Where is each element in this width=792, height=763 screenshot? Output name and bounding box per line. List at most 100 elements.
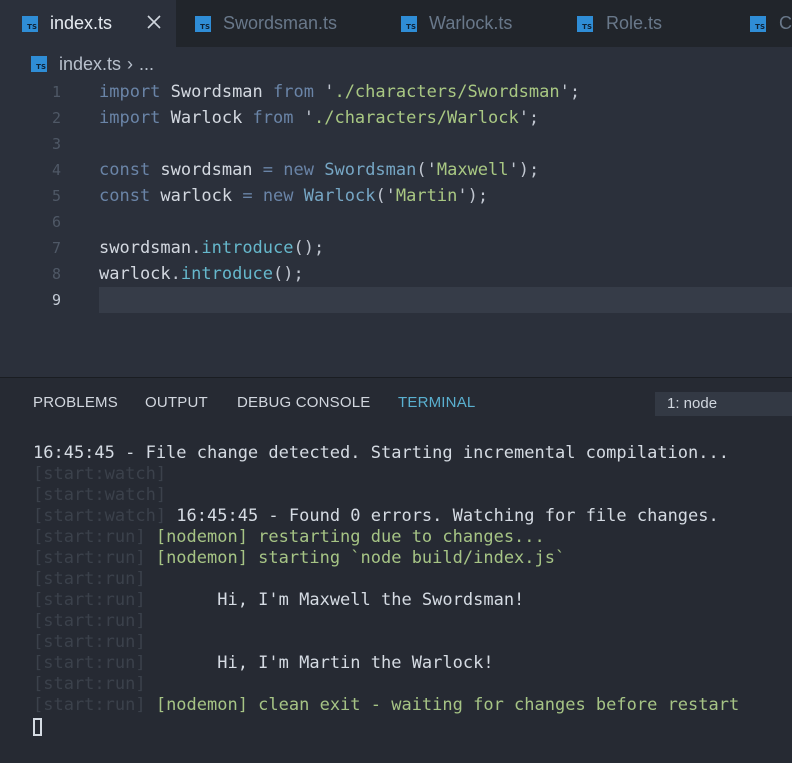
tab-role-ts[interactable]: TS Role.ts [556, 0, 726, 47]
terminal-line: [start:watch] 16:45:45 - Found 0 errors.… [33, 506, 719, 527]
code-token: (); [293, 238, 325, 258]
code-token: (); [273, 264, 304, 284]
chevron-right-icon: › [127, 53, 134, 74]
terminal-line: [start:run] [33, 632, 146, 653]
terminal-select[interactable]: 1: node [655, 392, 792, 416]
line-number: 3 [51, 135, 61, 153]
code-line[interactable]: 3 [0, 131, 792, 157]
code-token: Martin [395, 186, 458, 206]
code-token: introduce [201, 238, 294, 258]
tab-problems[interactable]: PROBLEMS [33, 394, 118, 411]
terminal-line: [start:run] [nodemon] restarting due to … [33, 527, 545, 548]
code-token: const [99, 160, 151, 180]
line-number: 1 [51, 83, 61, 101]
code-token: import [99, 82, 161, 102]
terminal-line: [start:watch] [33, 485, 166, 506]
terminal-prefix: [start:run] [33, 569, 146, 589]
code-text: warlock.introduce(); [99, 261, 304, 287]
code-line[interactable]: 7 swordsman.introduce(); [0, 235, 792, 261]
terminal-prefix: [start:run] [33, 590, 146, 610]
terminal-prefix: [start:run] [33, 611, 146, 631]
code-token: Maxwell [436, 160, 509, 180]
tab-label: Role.ts [606, 13, 663, 33]
code-line[interactable]: 9 [0, 287, 792, 313]
tab-swordsman-ts[interactable]: TS Swordsman.ts [176, 0, 376, 47]
tab-output[interactable]: OUTPUT [145, 394, 208, 411]
bottom-panel: PROBLEMS OUTPUT DEBUG CONSOLE TERMINAL 1… [0, 378, 792, 763]
terminal-prefix: [start:watch] [33, 485, 167, 505]
code-token: '); [508, 160, 540, 180]
terminal-prefix: [start:run] [33, 632, 146, 652]
code-token: Swordsman [160, 82, 274, 102]
tab-warlock-ts[interactable]: TS Warlock.ts [376, 0, 556, 47]
terminal-cursor [33, 718, 42, 736]
code-token: Warlock [160, 108, 253, 128]
terminal-text: [nodemon] restarting due to changes... [145, 527, 545, 547]
code-token: introduce [180, 264, 274, 284]
code-token: from [252, 108, 294, 128]
code-token: ./characters/Warlock [313, 108, 519, 128]
code-token: from [273, 82, 314, 102]
typescript-file-icon: TS [195, 15, 211, 32]
line-number: 9 [51, 291, 61, 309]
code-text: const swordsman = new Swordsman('Maxwell… [99, 157, 539, 183]
line-number: 5 [51, 187, 61, 205]
code-token: ./characters/Swordsman [334, 82, 560, 102]
code-token: import [99, 108, 161, 128]
tab-label: index.ts [50, 13, 113, 33]
tab-overflow[interactable]: TS C [726, 0, 792, 47]
tab-debug-console[interactable]: DEBUG CONSOLE [237, 394, 370, 411]
code-token: (' [416, 160, 437, 180]
code-token: new [283, 160, 314, 180]
terminal-line: [start:run] Hi, I'm Maxwell the Swordsma… [33, 590, 524, 611]
line-number: 2 [51, 109, 61, 127]
typescript-file-icon: TS [577, 15, 593, 32]
terminal-prefix: [start:run] [33, 548, 146, 568]
code-line[interactable]: 1 import Swordsman from './characters/Swo… [0, 79, 792, 105]
terminal-line: [start:watch] [33, 464, 166, 485]
terminal-line: [start:run] [nodemon] clean exit - waiti… [33, 695, 739, 716]
code-token: const [99, 186, 151, 206]
code-token: = [242, 186, 253, 206]
code-token: = [262, 160, 274, 180]
code-token: . [170, 264, 181, 284]
terminal-text: [nodemon] starting `node build/index.js` [145, 548, 566, 568]
code-line[interactable]: 4 const swordsman = new Swordsman('Maxwel… [0, 157, 792, 183]
code-line[interactable]: 8 warlock.introduce(); [0, 261, 792, 287]
breadcrumb-more[interactable]: ... [139, 54, 154, 75]
line-number: 8 [51, 265, 61, 283]
terminal-prefix: [start:watch] [33, 506, 167, 526]
code-token: warlock [150, 186, 243, 206]
code-token: ' [293, 108, 314, 128]
code-text: import Swordsman from './characters/Swor… [99, 79, 580, 105]
line-number: 6 [51, 213, 61, 231]
typescript-file-icon: TS [401, 15, 417, 32]
code-line[interactable]: 6 [0, 209, 792, 235]
breadcrumb: TS index.ts › ... [0, 47, 792, 81]
code-text: import Warlock from './characters/Warloc… [99, 105, 539, 131]
code-token: '; [518, 108, 540, 128]
line-number: 4 [51, 161, 61, 179]
terminal-prefix: [start:run] [33, 527, 146, 547]
terminal-prefix: [start:run] [33, 653, 146, 673]
terminal-line: [start:run] [33, 569, 146, 590]
code-text: swordsman.introduce(); [99, 235, 324, 261]
tab-label: Warlock.ts [429, 13, 513, 33]
code-line[interactable]: 5 const warlock = new Warlock('Martin'); [0, 183, 792, 209]
code-token: ' [313, 82, 335, 102]
terminal-text: Hi, I'm Martin the Warlock! [145, 653, 494, 673]
tab-index-ts[interactable]: TS index.ts [0, 0, 176, 47]
code-token: new [262, 186, 294, 206]
terminal-line: [start:run] Hi, I'm Martin the Warlock! [33, 653, 494, 674]
terminal-line: [start:run] [33, 611, 146, 632]
terminal-text: Hi, I'm Maxwell the Swordsman! [145, 590, 525, 610]
code-line[interactable]: 2 import Warlock from './characters/Warlo… [0, 105, 792, 131]
code-token: '; [559, 82, 581, 102]
breadcrumb-file[interactable]: index.ts [59, 54, 121, 75]
tab-terminal[interactable]: TERMINAL [398, 394, 475, 411]
close-icon[interactable] [145, 13, 163, 31]
code-editor[interactable]: 1 import Swordsman from './characters/Swo… [0, 81, 792, 377]
code-token: . [191, 238, 202, 258]
